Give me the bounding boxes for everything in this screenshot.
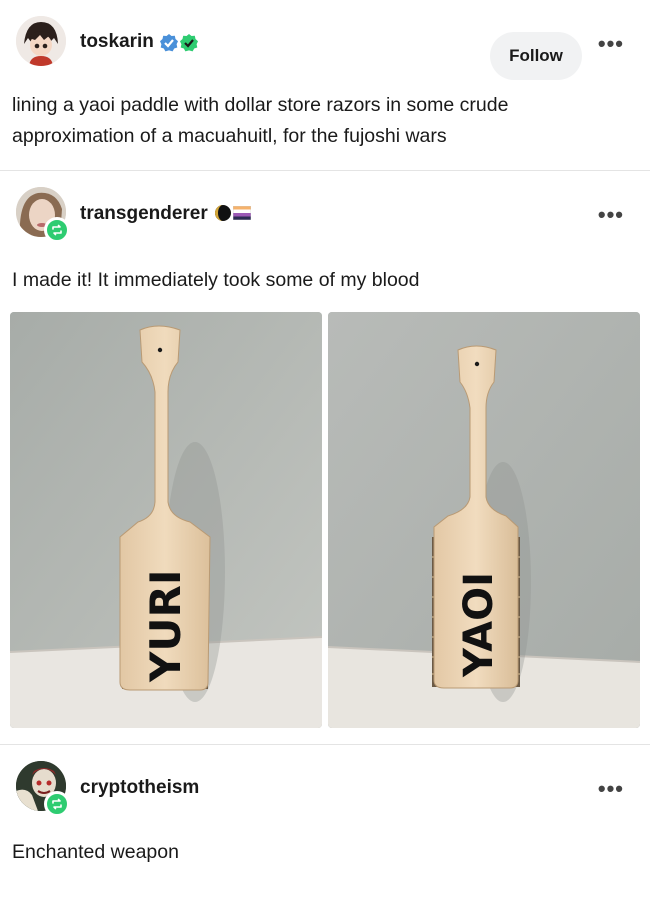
username[interactable]: transgenderer xyxy=(80,203,208,225)
post-text-line: approximation of a macuahuitl, for the f… xyxy=(12,125,447,147)
username[interactable]: cryptotheism xyxy=(80,777,199,799)
username[interactable]: toskarin xyxy=(80,31,154,53)
post-text: Enchanted weapon xyxy=(12,841,179,863)
toskarin-avatar[interactable] xyxy=(16,16,66,66)
post-original: toskarin Follow ••• lining a yaoi paddle… xyxy=(0,0,650,170)
more-options-icon[interactable]: ••• xyxy=(598,778,624,800)
verified-badge-icon xyxy=(159,33,179,58)
paddle-photo-yaoi[interactable]: YAOI xyxy=(328,312,640,728)
paddle-label: YURI xyxy=(141,570,190,684)
checkmark-badge-icon xyxy=(179,33,199,58)
paddle-photo-yuri[interactable]: YURI xyxy=(10,312,322,728)
reblog-icon xyxy=(44,217,70,243)
follow-button[interactable]: Follow xyxy=(490,32,582,80)
paddle-label: YAOI xyxy=(456,572,502,678)
post-text-line: lining a yaoi paddle with dollar store r… xyxy=(12,94,509,116)
pride-flag-icon xyxy=(232,205,252,225)
reblog-icon xyxy=(44,791,70,817)
post-reblog: cryptotheism ••• Enchanted weapon xyxy=(0,745,650,900)
more-options-icon[interactable]: ••• xyxy=(598,33,624,55)
post-text: I made it! It immediately took some of m… xyxy=(12,269,420,291)
more-options-icon[interactable]: ••• xyxy=(598,204,624,226)
moon-emoji-icon xyxy=(214,204,232,227)
post-text: lining a yaoi paddle with dollar store r… xyxy=(12,90,508,152)
